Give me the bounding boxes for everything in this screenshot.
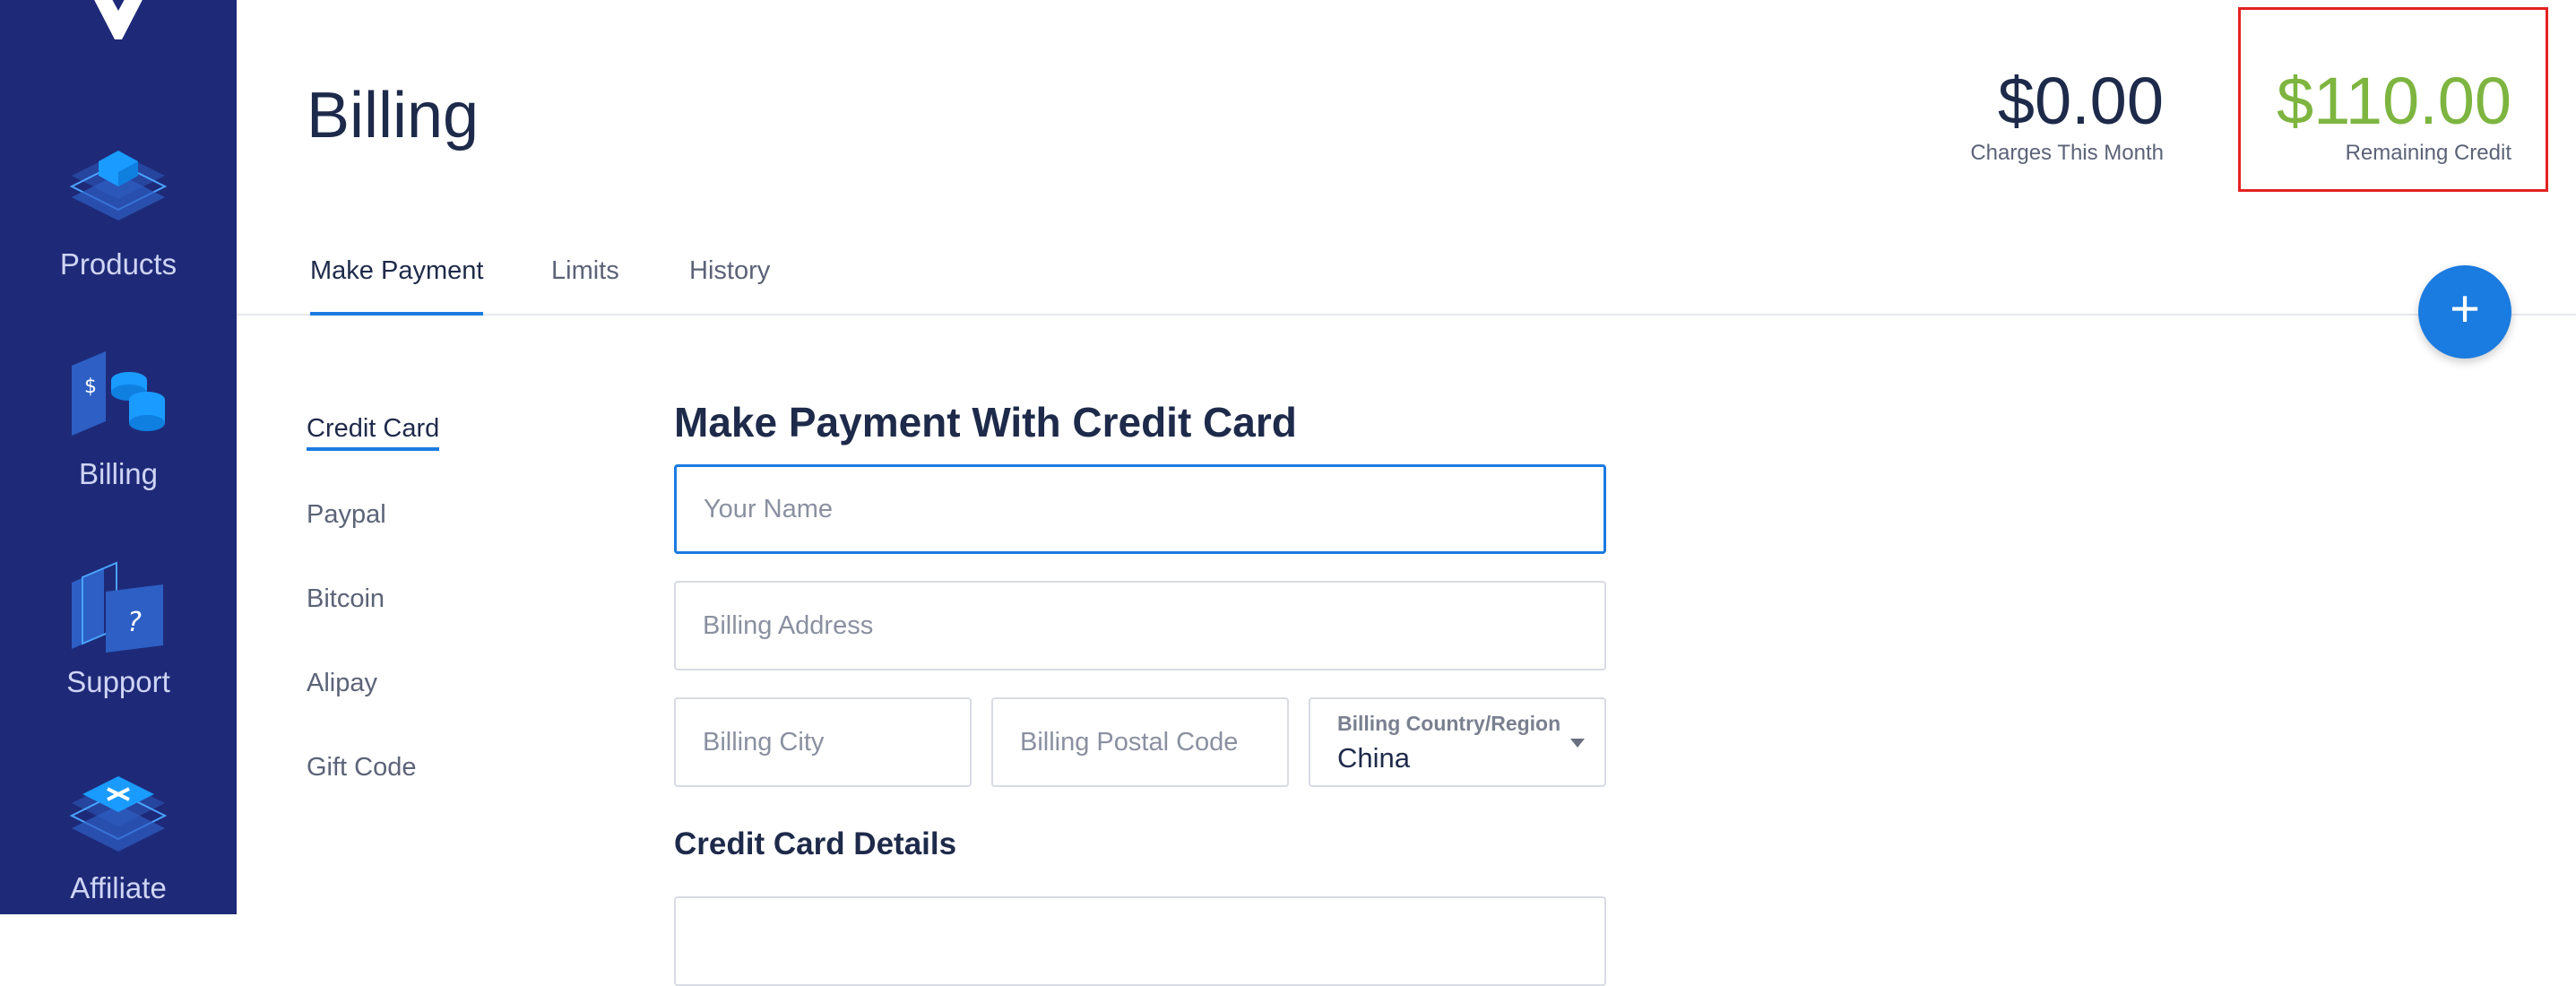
card-details-title: Credit Card Details xyxy=(674,826,957,861)
products-icon xyxy=(69,151,168,221)
method-credit-card[interactable]: Credit Card xyxy=(307,414,440,451)
support-icon: ? xyxy=(72,561,163,653)
sidebar-item-support[interactable]: ? Support xyxy=(0,552,237,714)
postal-input[interactable] xyxy=(993,699,1287,785)
charges-caption: Charges This Month xyxy=(1970,141,2164,165)
form-title: Make Payment With Credit Card xyxy=(674,399,1297,445)
postal-field-wrapper xyxy=(991,697,1289,787)
tab-make-payment[interactable]: Make Payment xyxy=(310,256,484,316)
address-field-wrapper xyxy=(674,581,1606,670)
sidebar-item-billing[interactable]: $ Billing xyxy=(0,344,237,506)
method-bitcoin[interactable]: Bitcoin xyxy=(307,584,385,614)
card-number-field-wrapper xyxy=(674,896,1606,986)
city-input[interactable] xyxy=(676,699,970,785)
country-value: China xyxy=(1337,742,1410,774)
main-content: Billing $0.00 Charges This Month $110.00… xyxy=(237,0,2576,986)
city-field-wrapper xyxy=(674,697,972,787)
sidebar: Products $ Billing ? Support Affiliate xyxy=(0,0,237,914)
charges-amount: $0.00 xyxy=(1997,64,2164,138)
highlight-box xyxy=(2238,7,2548,192)
svg-text:$: $ xyxy=(84,376,97,398)
affiliate-icon xyxy=(69,776,168,852)
name-input[interactable] xyxy=(677,467,1604,551)
charges-stat: $0.00 Charges This Month xyxy=(1970,63,2164,166)
sidebar-item-label: Billing xyxy=(78,457,159,490)
country-select[interactable]: Billing Country/Region China xyxy=(1309,697,1606,787)
sidebar-item-affiliate[interactable]: Affiliate xyxy=(0,758,237,920)
tab-history[interactable]: History xyxy=(689,256,770,316)
country-label: Billing Country/Region xyxy=(1337,712,1561,735)
sidebar-item-label: Support xyxy=(66,665,170,698)
method-paypal[interactable]: Paypal xyxy=(307,500,386,530)
method-alipay[interactable]: Alipay xyxy=(307,669,377,698)
name-field-wrapper xyxy=(674,464,1606,554)
logo-icon[interactable] xyxy=(81,0,156,48)
sidebar-item-label: Products xyxy=(59,247,177,281)
chevron-down-icon xyxy=(1570,739,1585,748)
tab-limits[interactable]: Limits xyxy=(551,256,619,316)
add-button[interactable]: + xyxy=(2418,265,2511,359)
svg-text:?: ? xyxy=(127,607,142,638)
tab-bar: Make Payment Limits History xyxy=(237,251,2576,316)
sidebar-item-products[interactable]: Products xyxy=(0,134,237,296)
address-input[interactable] xyxy=(676,583,1604,669)
method-gift-code[interactable]: Gift Code xyxy=(307,753,417,783)
sidebar-item-label: Affiliate xyxy=(70,871,167,904)
billing-icon: $ xyxy=(72,351,165,436)
page-title: Billing xyxy=(307,80,480,151)
